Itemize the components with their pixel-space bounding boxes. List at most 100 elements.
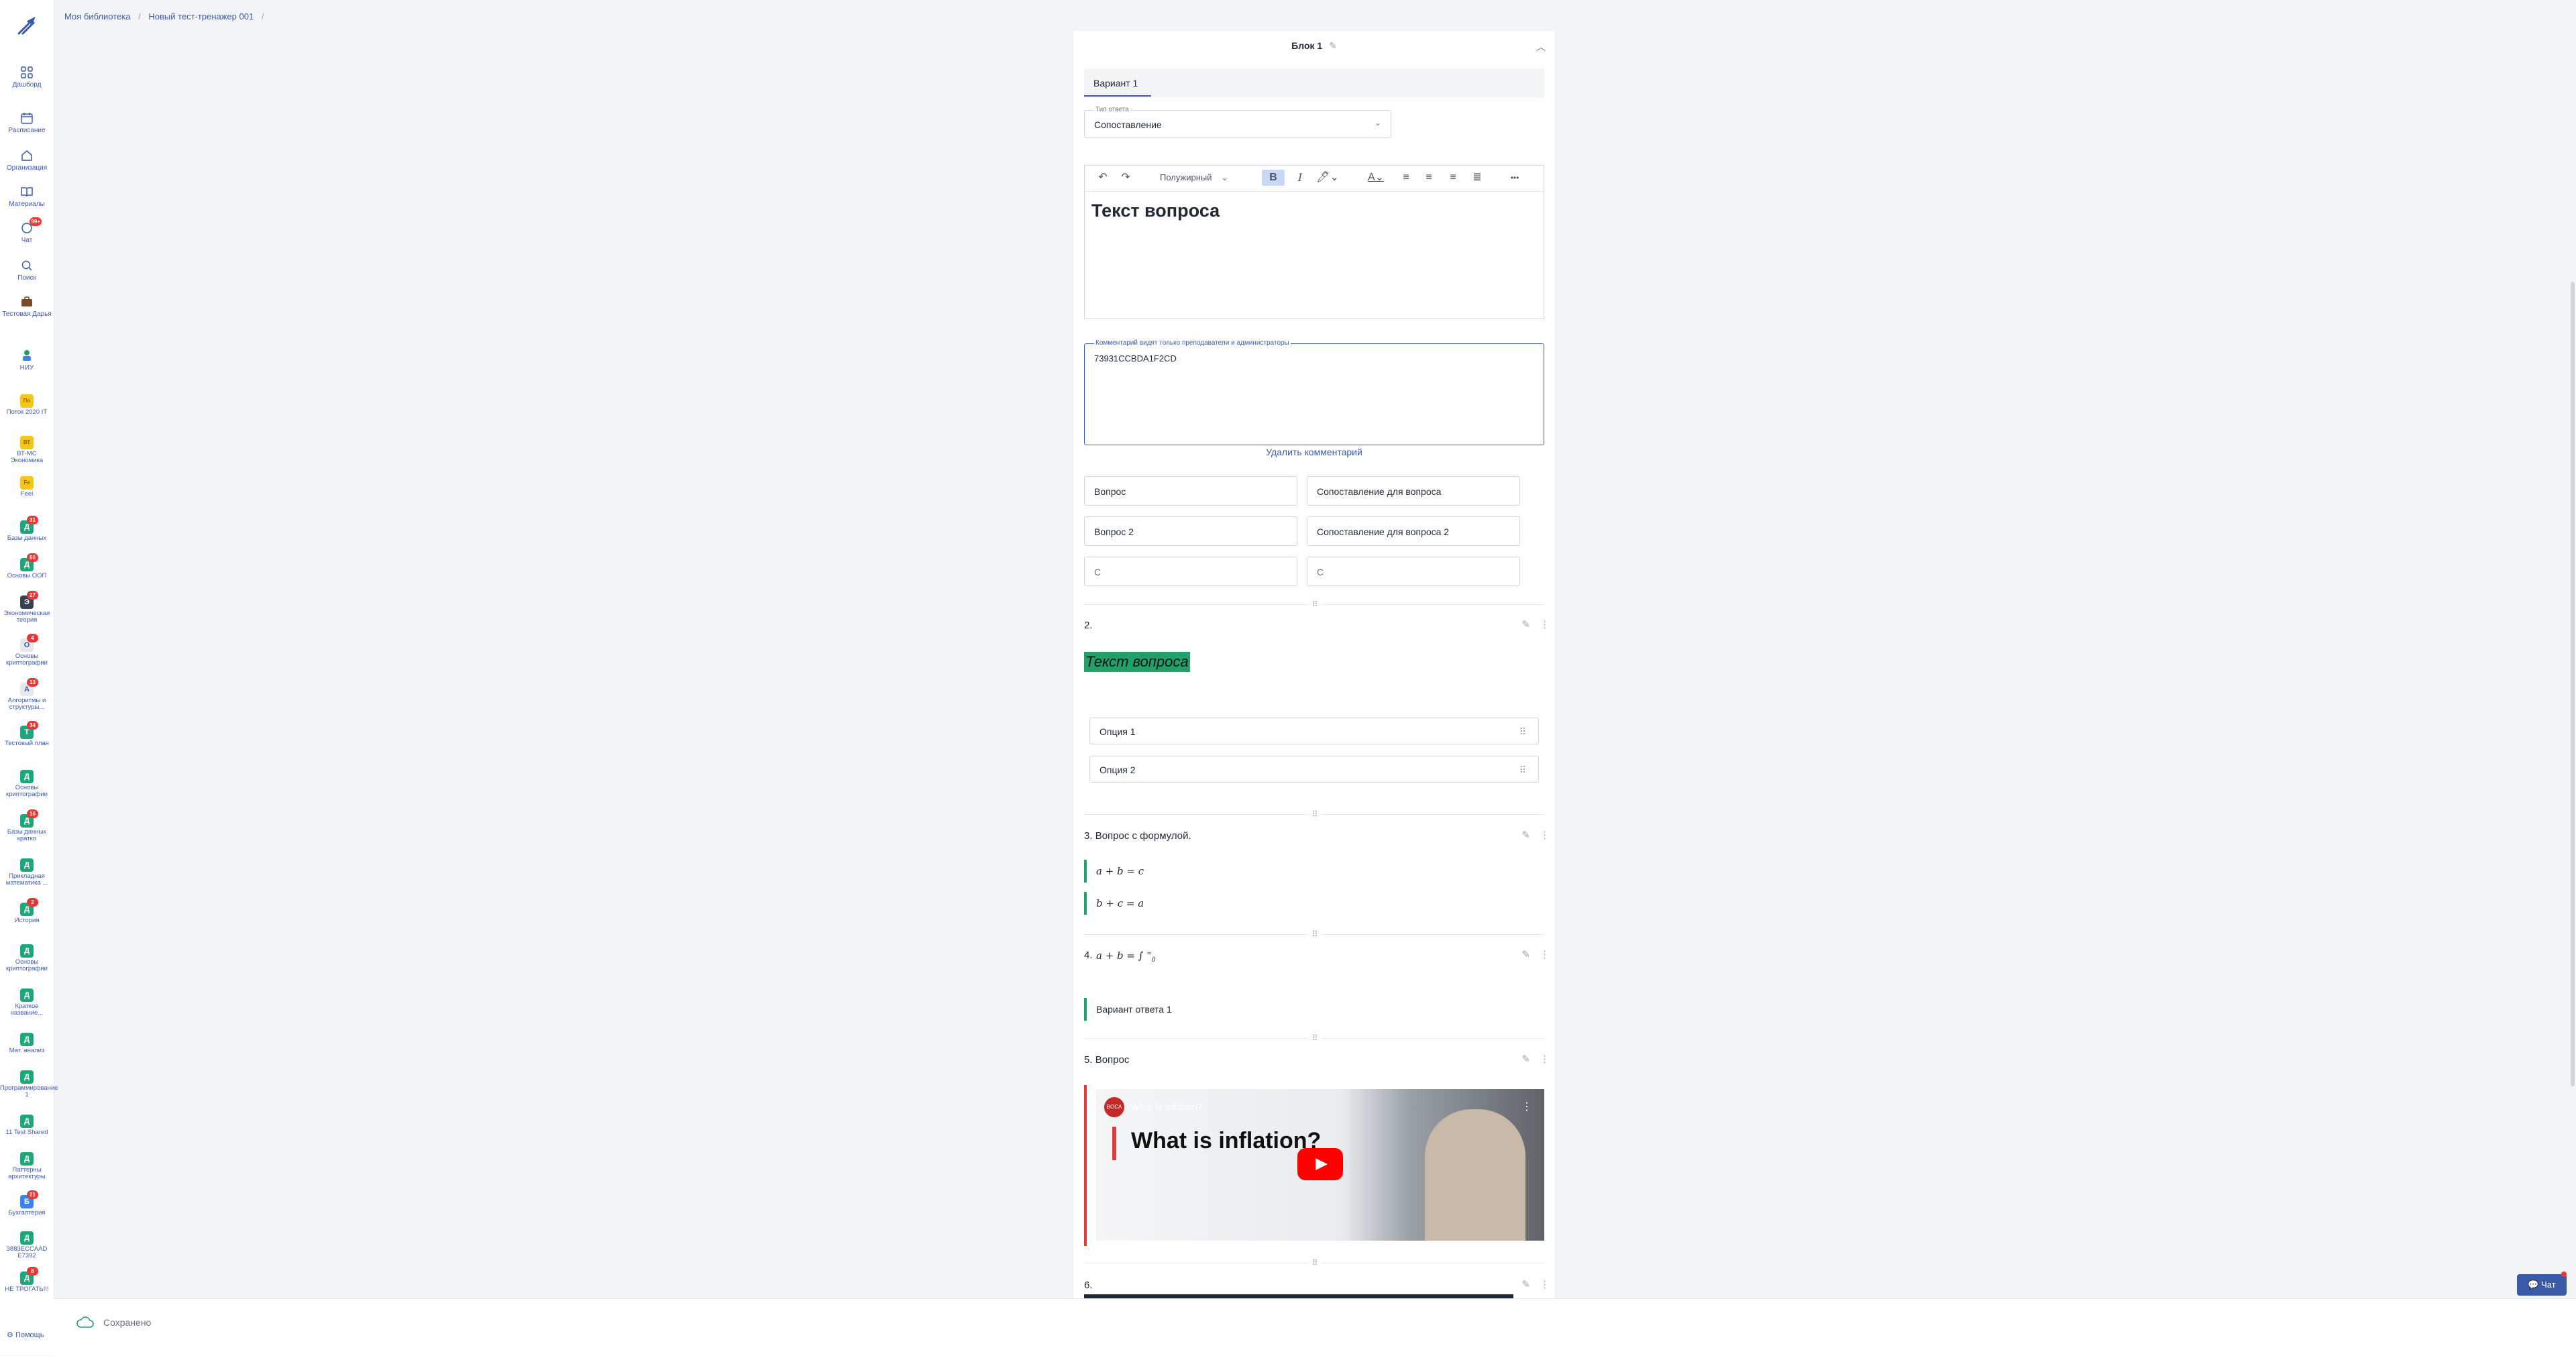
font-style-value: Полужирный (1160, 172, 1212, 182)
sidebar-course-item[interactable]: По Поток 2020 IT (0, 394, 54, 416)
sidebar-course-item[interactable]: Д Паттерны архитектуры (0, 1152, 54, 1180)
course-label: Краткое название... (10, 1003, 44, 1017)
help-label: Помощь (15, 1331, 44, 1339)
answer-type-label: Тип ответа (1094, 106, 1130, 113)
block-header: Блок 1 ✎ (1073, 40, 1555, 52)
sidebar-course-item[interactable]: Т 34 Тестовый план (0, 721, 54, 747)
sidebar-course-item[interactable]: Д Основы криптографии (0, 944, 54, 972)
highlight-color-icon[interactable]: 🖊⌄ (1313, 170, 1342, 186)
comment-textarea[interactable]: Комментарий видят только преподаватели и… (1084, 339, 1544, 445)
breadcrumb-library[interactable]: Моя библиотека (64, 11, 130, 21)
sidebar-course-item[interactable]: О 4 Основы криптографии (0, 634, 54, 667)
sidebar-course-item[interactable]: ВТ ВТ-МС Экономика (0, 436, 54, 464)
edit-icon[interactable]: ✎ (1521, 949, 1530, 960)
sidebar-course-item[interactable]: Д 31 Базы данных (0, 516, 54, 542)
undo-icon[interactable]: ↶ (1095, 170, 1110, 186)
drag-handle-icon[interactable]: ⠿ (1519, 718, 1526, 745)
edit-icon[interactable]: ✎ (1329, 40, 1337, 51)
edit-icon[interactable]: ✎ (1521, 619, 1530, 630)
sidebar-course-item[interactable]: Fe Feel (0, 476, 54, 498)
drag-handle[interactable]: ⠿ (1073, 1033, 1555, 1043)
sidebar-item-calendar[interactable]: Расписание (0, 111, 54, 134)
option-row[interactable]: Опция 1 ⠿ (1089, 718, 1539, 744)
drag-handle-icon[interactable]: ⠿ (1519, 756, 1526, 783)
sidebar-item-book[interactable]: Материалы (0, 185, 54, 208)
sidebar-course-item[interactable]: Д 2 История (0, 898, 54, 924)
course-icon: Д (20, 1070, 34, 1084)
drag-handle[interactable]: ⠿ (1073, 809, 1555, 819)
bold-button[interactable]: B (1262, 170, 1285, 186)
sidebar-course-item[interactable]: Д Краткое название... (0, 988, 54, 1017)
align-center-icon[interactable]: ≡ (1421, 170, 1436, 186)
sidebar-course-item[interactable]: Д 3883ECCAAD E7392 (0, 1231, 54, 1259)
scrollbar[interactable] (2571, 282, 2575, 1086)
course-icon: Д (20, 858, 34, 872)
sidebar-item-briefcase[interactable]: Тестовая Дарья (0, 295, 54, 318)
matching-question-input[interactable]: Вопрос 2 (1084, 516, 1297, 546)
drag-handle[interactable]: ⠿ (1073, 600, 1555, 609)
sidebar-course-item[interactable]: Д 16 Базы данных кратко (0, 809, 54, 842)
more-vertical-icon[interactable]: ⋮ (1540, 1054, 1550, 1065)
course-icon: А 13 (20, 678, 38, 696)
matching-question-input[interactable]: Вопрос (1084, 476, 1297, 506)
collapse-icon[interactable]: ︿ (1536, 40, 1546, 54)
breadcrumb-test[interactable]: Новый тест-тренажер 001 (148, 11, 254, 21)
course-label: Паттерны архитектуры (8, 1166, 46, 1180)
question-number: 4. (1084, 950, 1093, 961)
edit-icon[interactable]: ✎ (1521, 830, 1530, 841)
sidebar-course-item[interactable]: Д Мат. анализ (0, 1033, 54, 1054)
align-right-icon[interactable]: ≡ (1446, 170, 1460, 186)
edit-icon[interactable]: ✎ (1521, 1054, 1530, 1065)
edit-icon[interactable]: ✎ (1521, 1279, 1530, 1290)
text-color-icon[interactable]: A⌄ (1361, 170, 1391, 186)
matching-answer-input[interactable]: Сопоставление для вопроса 2 (1307, 516, 1520, 546)
sidebar-item-search[interactable]: Поиск (0, 259, 54, 282)
option-row[interactable]: Опция 2 ⠿ (1089, 756, 1539, 783)
sidebar-course-item[interactable]: Д 8 НЕ ТРОГАТЬ!!! (0, 1267, 54, 1293)
sidebar-item-label: Поиск (17, 274, 36, 282)
answer-type-select[interactable]: Тип ответа Сопоставление ⌄ (1084, 106, 1391, 138)
more-vertical-icon[interactable]: ⋮ (1540, 949, 1550, 960)
course-label: Базы данных кратко (7, 828, 47, 842)
tab-variant-1[interactable]: Вариант 1 (1084, 68, 1151, 97)
play-button[interactable] (1297, 1148, 1343, 1180)
rich-text-editor: ↶ ↷ Полужирный ⌄ B I 🖊⌄ A⌄ ≡ ≡ ≡ ≣ ••• Т… (1084, 165, 1544, 319)
more-vertical-icon[interactable]: ⋮ (1540, 830, 1550, 841)
sidebar-course-item[interactable]: А 13 Алгоритмы и структуры... (0, 678, 54, 711)
redo-icon[interactable]: ↷ (1118, 170, 1133, 186)
matching-question-input-empty[interactable]: С (1084, 557, 1297, 586)
font-style-select[interactable]: Полужирный ⌄ (1160, 170, 1247, 186)
more-vertical-icon[interactable]: ⋮ (1540, 619, 1550, 630)
editor-content[interactable]: Текст вопроса (1091, 201, 1220, 221)
italic-button[interactable]: I (1293, 170, 1307, 186)
sidebar-item-home[interactable]: Организация (0, 149, 54, 172)
align-left-icon[interactable]: ≡ (1399, 170, 1413, 186)
question-tools: ✎ ⋮ (1512, 948, 1550, 960)
sidebar-course-item[interactable]: Д Прикладная математика ... (0, 858, 54, 887)
drag-handle[interactable]: ⠿ (1073, 929, 1555, 939)
sidebar-course-item[interactable]: Э 27 Экономическая теория (0, 591, 54, 624)
more-vertical-icon[interactable]: ⋮ (1521, 1100, 1532, 1113)
sidebar-course-item[interactable]: Д Программирование 1 (0, 1070, 58, 1098)
matching-answer-input[interactable]: Сопоставление для вопроса (1307, 476, 1520, 506)
video-embed[interactable]: BOCA What is inflation? ⋮ What is inflat… (1096, 1089, 1544, 1241)
sidebar-course-item[interactable]: Д Основы криптографии (0, 770, 54, 798)
sidebar-item-label: Расписание (8, 127, 46, 134)
breadcrumb-separator: / (261, 11, 264, 21)
sidebar-item-org[interactable]: НИУ (0, 349, 54, 372)
logo[interactable] (13, 13, 40, 40)
chat-button[interactable]: 💬 Чат (2517, 1274, 2567, 1296)
sidebar-course-item[interactable]: Д 11 Test Shared (0, 1115, 54, 1136)
align-justify-icon[interactable]: ≣ (1470, 170, 1485, 186)
help-button[interactable]: ⚙ Помощь (7, 1331, 44, 1339)
drag-handle[interactable]: ⠿ (1073, 1258, 1555, 1267)
answer-marker (1084, 1085, 1087, 1246)
more-vertical-icon[interactable]: ⋮ (1540, 1279, 1550, 1290)
sidebar-item-dashboard[interactable]: Дашборд (0, 66, 54, 89)
sidebar-item-chat[interactable]: 99+ Чат (0, 217, 54, 244)
sidebar-course-item[interactable]: Д 60 Основы ООП (0, 553, 54, 579)
sidebar-course-item[interactable]: Б 21 Бухгалтерия (0, 1190, 54, 1217)
matching-answer-input-empty[interactable]: С (1307, 557, 1520, 586)
more-button[interactable]: ••• (1505, 170, 1525, 186)
delete-comment-button[interactable]: Удалить комментарий (1073, 447, 1555, 457)
